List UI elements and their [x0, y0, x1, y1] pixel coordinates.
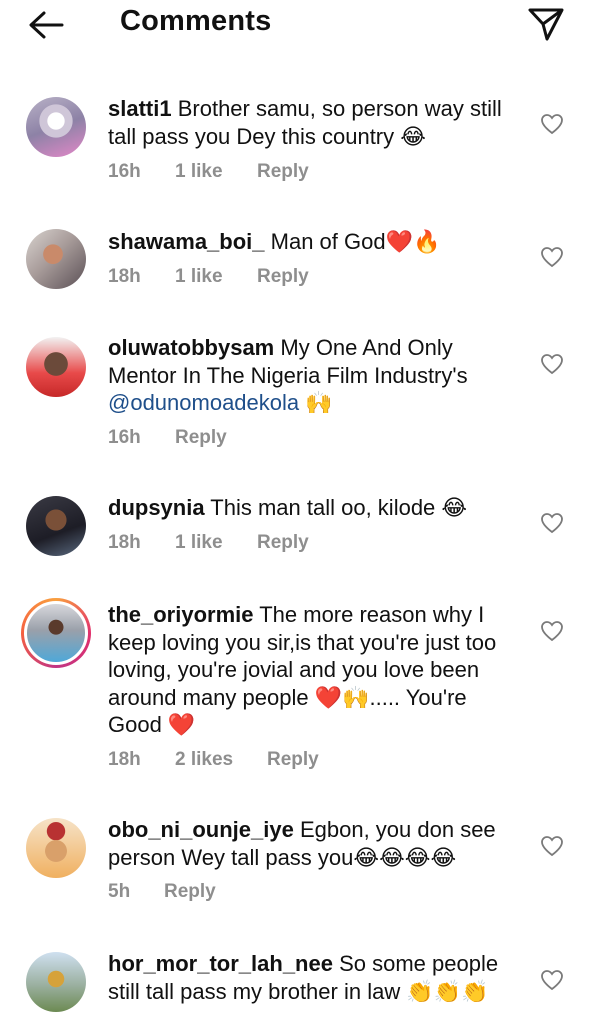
- share-button[interactable]: [526, 4, 566, 44]
- header-bar: Comments: [0, 0, 598, 50]
- comment-likes[interactable]: 1 like: [175, 161, 257, 183]
- comment-username[interactable]: hor_mor_tor_lah_nee: [108, 951, 333, 976]
- comment-time: 18h: [108, 266, 141, 287]
- comment-body: Man of God❤️🔥: [270, 229, 441, 254]
- reply-button[interactable]: Reply: [257, 161, 309, 183]
- comment-text: slatti1 Brother samu, so person way stil…: [108, 95, 523, 150]
- comment-body-end: 🙌: [299, 390, 333, 415]
- reply-button[interactable]: Reply: [267, 749, 319, 771]
- comment-body: This man tall oo, kilode 😂: [210, 495, 468, 520]
- comment-text: oluwatobbysam My One And Only Mentor In …: [108, 334, 523, 417]
- paper-plane-icon: [528, 8, 564, 41]
- heart-icon[interactable]: [540, 835, 564, 857]
- comment-likes[interactable]: 2 likes: [175, 749, 267, 771]
- comment-username[interactable]: oluwatobbysam: [108, 335, 274, 360]
- heart-icon[interactable]: [540, 512, 564, 534]
- comment-meta: 16h 1 like Reply: [108, 161, 309, 183]
- comment-likes[interactable]: 1 like: [175, 266, 257, 288]
- comment-text: obo_ni_ounje_iye Egbon, you don see pers…: [108, 816, 523, 871]
- heart-icon[interactable]: [540, 620, 564, 642]
- reply-button[interactable]: Reply: [257, 532, 309, 554]
- avatar[interactable]: [26, 952, 86, 1012]
- heart-icon[interactable]: [540, 113, 564, 135]
- comment-time: 5h: [108, 881, 131, 902]
- comment-text: shawama_boi_ Man of God❤️🔥: [108, 228, 523, 256]
- comment-text: dupsynia This man tall oo, kilode 😂: [108, 494, 523, 522]
- comment-text: the_oriyormie The more reason why I keep…: [108, 601, 523, 739]
- avatar[interactable]: [21, 598, 91, 668]
- comment-meta: 5h Reply: [108, 881, 216, 903]
- reply-button[interactable]: Reply: [164, 881, 216, 903]
- comment-likes[interactable]: 1 like: [175, 532, 257, 554]
- comment-username[interactable]: obo_ni_ounje_iye: [108, 817, 294, 842]
- comment-meta: 18h 1 like Reply: [108, 532, 309, 554]
- avatar[interactable]: [26, 818, 86, 878]
- heart-icon[interactable]: [540, 246, 564, 268]
- reply-button[interactable]: Reply: [257, 266, 309, 288]
- comment-mention[interactable]: @odunomoadekola: [108, 390, 299, 415]
- comment-meta: 18h 2 likes Reply: [108, 749, 319, 771]
- comment-time: 16h: [108, 427, 141, 448]
- comment-time: 18h: [108, 749, 141, 770]
- comment-username[interactable]: the_oriyormie: [108, 602, 254, 627]
- heart-icon[interactable]: [540, 969, 564, 991]
- reply-button[interactable]: Reply: [175, 427, 227, 449]
- comment-time: 18h: [108, 532, 141, 553]
- back-button[interactable]: [24, 8, 68, 42]
- comment-username[interactable]: dupsynia: [108, 495, 205, 520]
- page-title: Comments: [120, 5, 272, 37]
- heart-icon[interactable]: [540, 353, 564, 375]
- comment-text: hor_mor_tor_lah_nee So some people still…: [108, 950, 523, 1005]
- comment-meta: 16h Reply: [108, 427, 227, 449]
- avatar[interactable]: [26, 496, 86, 556]
- comment-meta: 18h 1 like Reply: [108, 266, 309, 288]
- comment-username[interactable]: slatti1: [108, 96, 172, 121]
- avatar[interactable]: [26, 229, 86, 289]
- comment-username[interactable]: shawama_boi_: [108, 229, 265, 254]
- comment-time: 16h: [108, 161, 141, 182]
- avatar-image: [24, 601, 88, 665]
- avatar[interactable]: [26, 337, 86, 397]
- avatar[interactable]: [26, 97, 86, 157]
- arrow-left-icon: [29, 11, 64, 39]
